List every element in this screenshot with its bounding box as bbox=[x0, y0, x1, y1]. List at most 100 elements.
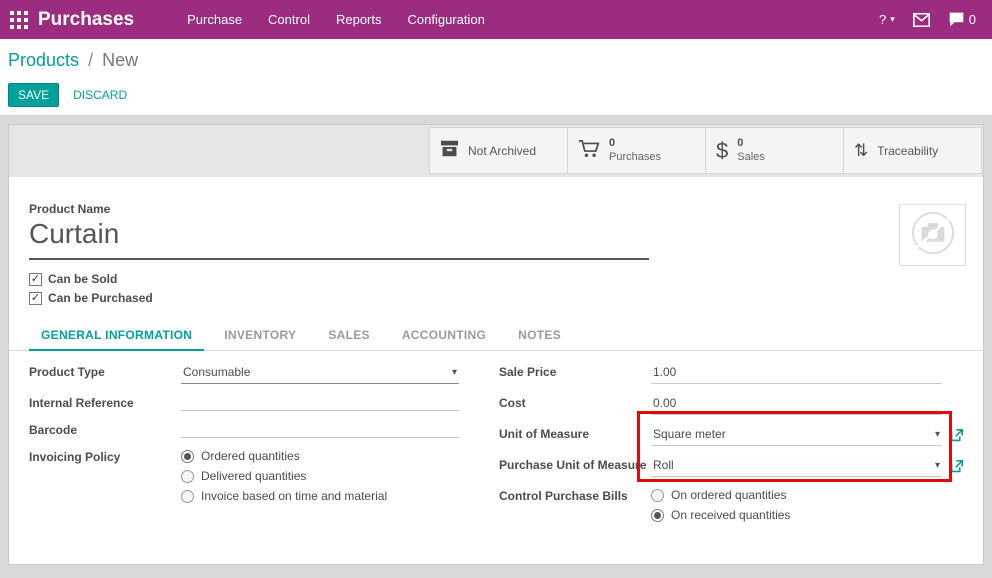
radio-delivered-quantities[interactable]: Delivered quantities bbox=[181, 469, 387, 483]
product-image-placeholder[interactable] bbox=[899, 204, 966, 266]
radio-invoice-time-material[interactable]: Invoice based on time and material bbox=[181, 489, 387, 503]
discard-button[interactable]: DISCARD bbox=[73, 88, 127, 102]
camera-icon bbox=[905, 208, 961, 263]
product-flags: ✓ Can be Sold ✓ Can be Purchased bbox=[29, 272, 153, 305]
radio-selected-icon bbox=[181, 450, 194, 463]
cost-input[interactable]: 0.00 bbox=[651, 394, 942, 415]
can-be-purchased-label: Can be Purchased bbox=[48, 291, 153, 305]
cart-icon bbox=[578, 139, 600, 163]
menu-control[interactable]: Control bbox=[255, 0, 323, 39]
sales-stat-button[interactable]: $ 0 Sales bbox=[705, 127, 844, 174]
radio-on-ordered-quantities[interactable]: On ordered quantities bbox=[651, 488, 790, 502]
breadcrumb-current: New bbox=[102, 50, 138, 70]
control-panel: Products / New SAVE DISCARD bbox=[0, 39, 992, 115]
sales-stat-label: Sales bbox=[737, 151, 765, 164]
cost-label: Cost bbox=[499, 394, 651, 410]
purchase-unit-of-measure-select[interactable]: Roll ▾ bbox=[651, 456, 942, 477]
save-button[interactable]: SAVE bbox=[8, 83, 59, 107]
menu-purchase[interactable]: Purchase bbox=[174, 0, 255, 39]
sale-price-input[interactable]: 1.00 bbox=[651, 363, 942, 384]
control-purchase-bills-label: Control Purchase Bills bbox=[499, 487, 651, 503]
radio-label: On ordered quantities bbox=[671, 488, 786, 502]
field-product-type: Product Type Consumable ▾ bbox=[29, 363, 459, 384]
internal-reference-input[interactable] bbox=[181, 394, 459, 411]
apps-menu-icon[interactable] bbox=[10, 11, 28, 29]
checkbox-checked-icon: ✓ bbox=[29, 273, 42, 286]
archive-stat-button[interactable]: Not Archived bbox=[429, 127, 568, 174]
traceability-stat-label: Traceability bbox=[877, 144, 938, 158]
can-be-sold-label: Can be Sold bbox=[48, 272, 117, 286]
chat-icon[interactable]: 0 bbox=[948, 12, 976, 27]
radio-label: On received quantities bbox=[671, 508, 790, 522]
dollar-icon: $ bbox=[716, 138, 728, 164]
fields-right-column: Sale Price 1.00 Cost 0.00 Unit of Measur… bbox=[499, 363, 963, 532]
archive-stat-label: Not Archived bbox=[468, 144, 536, 158]
chevron-down-icon: ▾ bbox=[935, 429, 940, 440]
can-be-purchased-checkbox[interactable]: ✓ Can be Purchased bbox=[29, 291, 153, 305]
radio-on-received-quantities[interactable]: On received quantities bbox=[651, 508, 790, 522]
chevron-down-icon: ▾ bbox=[890, 14, 895, 25]
chevron-down-icon: ▾ bbox=[935, 460, 940, 471]
form-sheet: Not Archived 0 Purchases $ 0 Sales ⇅ Tra… bbox=[8, 124, 984, 565]
archive-icon bbox=[440, 140, 459, 162]
radio-selected-icon bbox=[651, 509, 664, 522]
traceability-icon: ⇅ bbox=[854, 141, 868, 161]
purchase-unit-of-measure-label: Purchase Unit of Measure bbox=[499, 456, 651, 472]
barcode-input[interactable] bbox=[181, 421, 459, 438]
menu-reports[interactable]: Reports bbox=[323, 0, 395, 39]
fields-left-column: Product Type Consumable ▾ Internal Refer… bbox=[29, 363, 459, 532]
control-panel-buttons: SAVE DISCARD bbox=[8, 83, 984, 107]
field-cost: Cost 0.00 bbox=[499, 394, 963, 415]
sale-price-label: Sale Price bbox=[499, 363, 651, 379]
field-internal-reference: Internal Reference bbox=[29, 394, 459, 411]
chat-count-badge: 0 bbox=[969, 12, 976, 27]
menu-configuration[interactable]: Configuration bbox=[395, 0, 498, 39]
invoicing-policy-options: Ordered quantities Delivered quantities … bbox=[181, 448, 387, 503]
chevron-down-icon: ▾ bbox=[452, 367, 457, 378]
unit-of-measure-select[interactable]: Square meter ▾ bbox=[651, 425, 942, 446]
barcode-label: Barcode bbox=[29, 421, 181, 437]
tab-sales[interactable]: SALES bbox=[316, 323, 382, 350]
product-name-label: Product Name bbox=[29, 202, 110, 216]
app-title[interactable]: Purchases bbox=[38, 9, 134, 31]
breadcrumb-products-link[interactable]: Products bbox=[8, 50, 79, 70]
field-unit-of-measure: Unit of Measure Square meter ▾ bbox=[499, 425, 963, 446]
external-link-icon[interactable] bbox=[950, 460, 963, 473]
field-invoicing-policy: Invoicing Policy Ordered quantities Deli… bbox=[29, 448, 459, 503]
tab-inventory[interactable]: INVENTORY bbox=[212, 323, 308, 350]
control-purchase-bills-options: On ordered quantities On received quanti… bbox=[651, 487, 790, 522]
traceability-stat-button[interactable]: ⇅ Traceability bbox=[843, 127, 982, 174]
field-control-purchase-bills: Control Purchase Bills On ordered quanti… bbox=[499, 487, 963, 522]
tab-accounting[interactable]: ACCOUNTING bbox=[390, 323, 498, 350]
unit-of-measure-label: Unit of Measure bbox=[499, 425, 651, 441]
cost-value: 0.00 bbox=[653, 396, 940, 410]
tab-notes[interactable]: NOTES bbox=[506, 323, 573, 350]
checkbox-checked-icon: ✓ bbox=[29, 292, 42, 305]
product-name-input[interactable]: Curtain bbox=[29, 218, 649, 260]
top-navbar: Purchases Purchase Control Reports Confi… bbox=[0, 0, 992, 39]
tab-general-information[interactable]: GENERAL INFORMATION bbox=[29, 323, 204, 351]
product-type-select[interactable]: Consumable ▾ bbox=[181, 363, 459, 384]
radio-unselected-icon bbox=[181, 470, 194, 483]
radio-label: Delivered quantities bbox=[201, 469, 306, 483]
external-link-icon[interactable] bbox=[950, 429, 963, 442]
help-menu[interactable]: ? ▾ bbox=[879, 12, 895, 27]
radio-label: Ordered quantities bbox=[201, 449, 300, 463]
messages-icon[interactable] bbox=[913, 13, 930, 27]
radio-ordered-quantities[interactable]: Ordered quantities bbox=[181, 449, 387, 463]
topbar-right: ? ▾ 0 bbox=[879, 12, 992, 27]
radio-label: Invoice based on time and material bbox=[201, 489, 387, 503]
product-type-label: Product Type bbox=[29, 363, 181, 379]
purchases-stat-button[interactable]: 0 Purchases bbox=[567, 127, 706, 174]
can-be-sold-checkbox[interactable]: ✓ Can be Sold bbox=[29, 272, 153, 286]
radio-unselected-icon bbox=[181, 490, 194, 503]
top-menu: Purchase Control Reports Configuration bbox=[174, 0, 498, 39]
unit-of-measure-value: Square meter bbox=[653, 427, 929, 441]
purchase-unit-of-measure-value: Roll bbox=[653, 458, 929, 472]
sale-price-value: 1.00 bbox=[653, 365, 940, 379]
stat-button-row: Not Archived 0 Purchases $ 0 Sales ⇅ Tra… bbox=[430, 127, 982, 174]
sales-count: 0 bbox=[737, 137, 765, 150]
general-information-fields: Product Type Consumable ▾ Internal Refer… bbox=[29, 363, 963, 532]
breadcrumb: Products / New bbox=[8, 50, 984, 71]
field-sale-price: Sale Price 1.00 bbox=[499, 363, 963, 384]
